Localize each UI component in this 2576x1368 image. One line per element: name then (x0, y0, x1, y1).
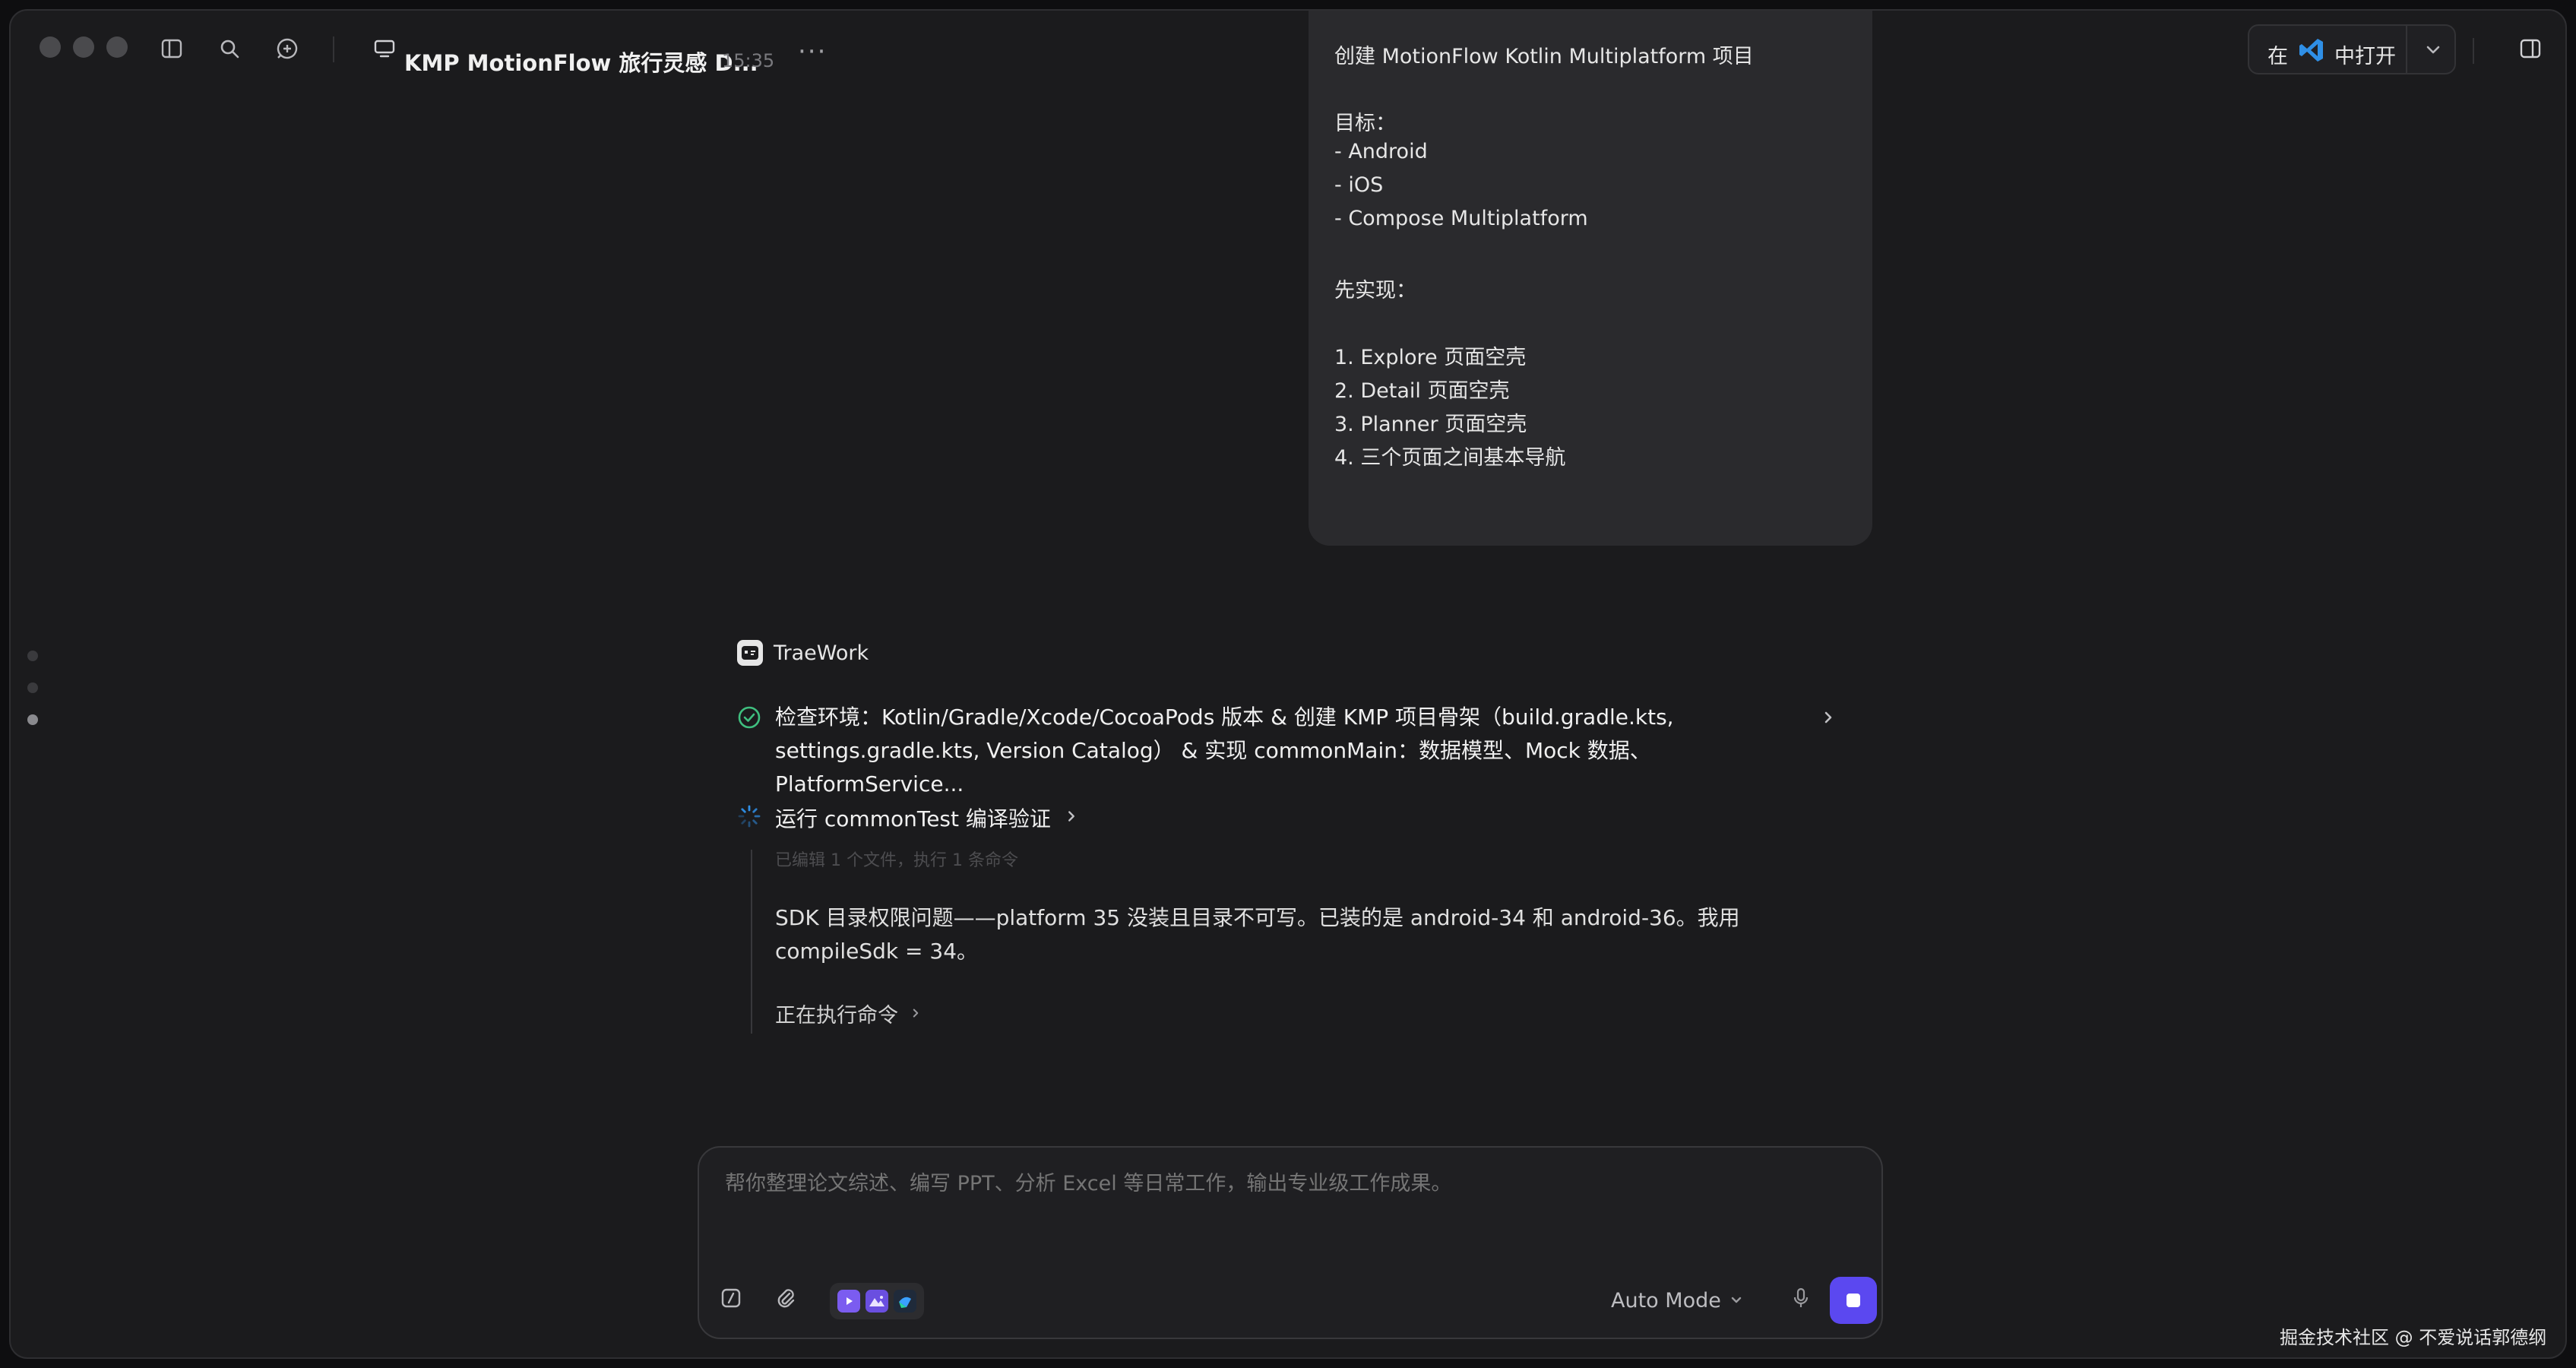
message-line: - iOS (1334, 173, 1384, 197)
message-input[interactable] (725, 1172, 1850, 1195)
chevron-down-icon (1729, 1289, 1744, 1313)
faded-summary: 已编辑 1 个文件，执行 1 条命令 (775, 851, 1018, 870)
window-zoom-button[interactable] (106, 36, 128, 58)
mode-selector[interactable]: Auto Mode (1611, 1289, 1744, 1313)
new-chat-icon[interactable] (272, 33, 302, 64)
scroll-marker[interactable] (27, 651, 38, 661)
monitor-icon (369, 33, 400, 64)
design-app-icon[interactable] (894, 1290, 917, 1313)
step-thread-line (751, 850, 752, 1034)
watermark: 掘金技术社区 @ 不爱说话郭德纲 (2280, 1327, 2547, 1348)
scroll-marker-active[interactable] (27, 714, 38, 725)
titlebar-divider-right (2473, 38, 2474, 64)
chevron-right-icon (909, 1002, 922, 1025)
check-circle-icon (737, 705, 761, 733)
app-shortcuts[interactable] (830, 1283, 924, 1319)
open-in-editor-button[interactable]: 在 中打开 (2248, 24, 2456, 74)
task-time: 15:35 (722, 50, 775, 71)
mode-label: Auto Mode (1611, 1289, 1721, 1313)
running-command-link[interactable]: 正在执行命令 (775, 999, 922, 1028)
assistant-paragraph: SDK 目录权限问题——platform 35 没装且目录不可写。已装的是 an… (775, 905, 1740, 964)
chevron-right-icon[interactable] (1063, 808, 1080, 828)
right-panel-toggle-icon[interactable] (2515, 33, 2546, 64)
chevron-right-icon[interactable] (1819, 708, 1837, 730)
scroll-marker[interactable] (27, 682, 38, 693)
message-line: - Android (1334, 140, 1428, 163)
traework-logo-icon (737, 640, 763, 666)
vscode-icon (2298, 36, 2325, 67)
message-line: 先实现： (1334, 279, 1416, 302)
open-in-divider (2406, 26, 2407, 73)
window-close-button[interactable] (40, 36, 61, 58)
message-line: 创建 MotionFlow Kotlin Multiplatform 项目 (1334, 45, 1754, 68)
slash-command-icon[interactable] (716, 1283, 746, 1313)
assistant-name: TraeWork (774, 641, 869, 665)
message-line: - Compose Multiplatform (1334, 207, 1588, 230)
message-line: 3. Planner 页面空壳 (1334, 413, 1527, 436)
window-minimize-button[interactable] (73, 36, 94, 58)
image-app-icon[interactable] (865, 1290, 888, 1313)
open-in-label: 中打开 (2334, 45, 2396, 68)
chevron-down-icon[interactable] (2418, 35, 2448, 68)
sidebar-toggle-icon[interactable] (157, 33, 187, 64)
message-line: 2. Detail 页面空壳 (1334, 379, 1510, 403)
running-step-label: 运行 commonTest 编译验证 (775, 806, 1051, 831)
attachment-icon[interactable] (771, 1283, 801, 1313)
message-line: 1. Explore 页面空壳 (1334, 346, 1527, 369)
assistant-header: TraeWork (737, 640, 869, 666)
message-composer: Auto Mode (698, 1146, 1883, 1339)
task-title[interactable]: KMP MotionFlow 旅行灵感 D... (404, 46, 758, 78)
message-line: 目标： (1334, 112, 1396, 135)
stop-generation-button[interactable] (1830, 1277, 1877, 1324)
microphone-icon[interactable] (1786, 1283, 1816, 1313)
loading-spinner-icon (737, 804, 761, 831)
more-options-button[interactable]: ··· (798, 36, 827, 67)
completed-step-text: 检查环境：Kotlin/Gradle/Xcode/CocoaPods 版本 & … (775, 705, 1674, 796)
stop-icon (1847, 1294, 1860, 1307)
message-line: 4. 三个页面之间基本导航 (1334, 446, 1566, 470)
app-window: KMP MotionFlow 旅行灵感 D... 15:35 ··· 在 中打开… (9, 9, 2567, 1359)
video-app-icon[interactable] (837, 1290, 860, 1313)
running-step[interactable]: 运行 commonTest 编译验证 (737, 803, 1080, 833)
user-message-bubble: 创建 MotionFlow Kotlin Multiplatform 项目 目标… (1309, 11, 1872, 546)
title-bar: KMP MotionFlow 旅行灵感 D... 15:35 ··· 在 中打开 (11, 11, 2565, 100)
running-command-label: 正在执行命令 (775, 1004, 898, 1028)
titlebar-divider (333, 36, 334, 62)
open-in-prefix: 在 (2267, 45, 2288, 68)
search-icon[interactable] (214, 33, 245, 64)
